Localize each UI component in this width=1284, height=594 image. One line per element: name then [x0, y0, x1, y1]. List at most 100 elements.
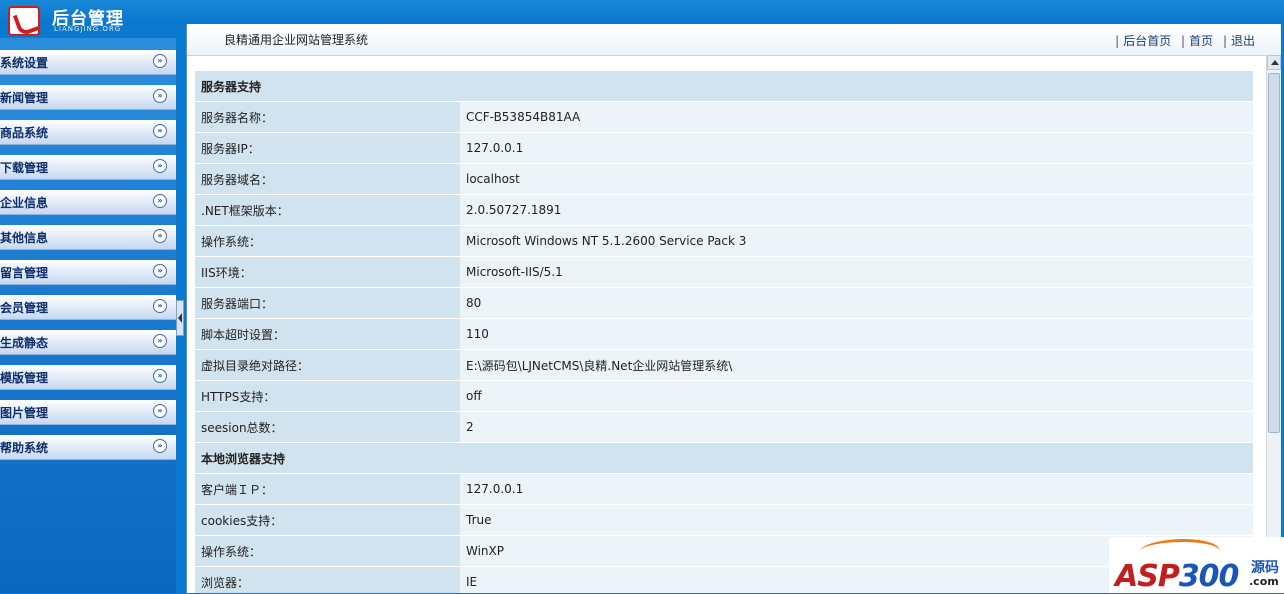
sidebar-item-label: 模版管理: [0, 371, 49, 385]
main-header: 良精通用企业网站管理系统 | 后台首页 | 首页 | 退出: [187, 24, 1281, 56]
sidebar-item-label: 生成静态: [0, 336, 49, 350]
watermark-logo: ASP300 源码 .com: [1109, 537, 1284, 594]
sidebar-item-label: 帮助系统: [0, 441, 49, 455]
chevron-down-icon[interactable]: »: [153, 264, 167, 278]
row-value: CCF-B53854B81AA: [460, 102, 1253, 132]
row-key: 客户端ＩＰ：: [195, 474, 460, 504]
chevron-down-icon[interactable]: »: [153, 369, 167, 383]
sidebar-item-help[interactable]: 帮助系统 »: [0, 435, 176, 460]
chevron-down-icon[interactable]: »: [153, 229, 167, 243]
chevron-down-icon[interactable]: »: [153, 404, 167, 418]
watermark-yuanma: 源码: [1251, 560, 1279, 576]
nav-admin-home-link[interactable]: 后台首页: [1123, 34, 1171, 48]
row-key: 服务器IP：: [195, 133, 460, 163]
row-value: Microsoft Windows NT 5.1.2600 Service Pa…: [460, 226, 1253, 256]
chevron-down-icon[interactable]: »: [153, 124, 167, 138]
chevron-down-icon[interactable]: »: [153, 159, 167, 173]
scrollbar-thumb[interactable]: [1268, 73, 1280, 433]
sidebar-item-downloads[interactable]: 下载管理 »: [0, 155, 176, 180]
sidebar-item-system-settings[interactable]: 系统设置 »: [0, 50, 176, 75]
table-row: cookies支持： True: [195, 505, 1253, 535]
row-value: localhost: [460, 164, 1253, 194]
row-key: 脚本超时设置：: [195, 319, 460, 349]
table-row: 虚拟目录绝对路径： E:\源码包\LJNetCMS\良精.Net企业网站管理系统\: [195, 350, 1253, 380]
row-key: 操作系统：: [195, 226, 460, 256]
main-frame: 良精通用企业网站管理系统 | 后台首页 | 首页 | 退出 服务器支持 服务器名称： CC…: [186, 24, 1281, 593]
sidebar-item-products[interactable]: 商品系统 »: [0, 120, 176, 145]
section-title: 本地浏览器支持: [195, 443, 1253, 473]
sidebar-item-templates[interactable]: 模版管理 »: [0, 365, 176, 390]
row-key: IIS环境：: [195, 257, 460, 287]
top-banner: [0, 0, 1284, 24]
row-value: 127.0.0.1: [460, 474, 1253, 504]
sidebar-collapse-handle[interactable]: [176, 300, 184, 336]
nav-home-link[interactable]: 首页: [1189, 34, 1213, 48]
table-row: IIS环境： Microsoft-IIS/5.1: [195, 257, 1253, 287]
sidebar-item-news[interactable]: 新闻管理 »: [0, 85, 176, 110]
scroll-up-icon[interactable]: [1267, 55, 1281, 70]
watermark-brand-a: ASP: [1115, 559, 1180, 594]
row-key: 操作系统：: [195, 536, 460, 566]
section-header-row: 服务器支持: [195, 71, 1253, 101]
sidebar-item-label: 会员管理: [0, 301, 49, 315]
row-key: 服务器端口：: [195, 288, 460, 318]
nav-separator: |: [1222, 34, 1227, 48]
nav-separator: |: [1115, 34, 1120, 48]
sidebar-item-other-info[interactable]: 其他信息 »: [0, 225, 176, 250]
info-table: 服务器支持 服务器名称： CCF-B53854B81AA 服务器IP： 127.0.0.…: [195, 70, 1253, 593]
row-key: 服务器名称：: [195, 102, 460, 132]
sidebar-item-label: 图片管理: [0, 406, 49, 420]
table-row: .NET框架版本： 2.0.50727.1891: [195, 195, 1253, 225]
sidebar-item-label: 企业信息: [0, 196, 49, 210]
sidebar-item-company-info[interactable]: 企业信息 »: [0, 190, 176, 215]
chevron-down-icon[interactable]: »: [153, 194, 167, 208]
table-row: 服务器域名： localhost: [195, 164, 1253, 194]
system-title: 良精通用企业网站管理系统: [224, 33, 369, 47]
table-row: 服务器名称： CCF-B53854B81AA: [195, 102, 1253, 132]
chevron-down-icon[interactable]: »: [153, 54, 167, 68]
watermark-brand: ASP300: [1115, 559, 1239, 594]
vertical-scrollbar[interactable]: [1266, 55, 1281, 593]
row-key: cookies支持：: [195, 505, 460, 535]
row-value: True: [460, 505, 1253, 535]
table-row: 服务器IP： 127.0.0.1: [195, 133, 1253, 163]
sidebar-item-messages[interactable]: 留言管理 »: [0, 260, 176, 285]
row-value: Microsoft-IIS/5.1: [460, 257, 1253, 287]
sidebar-item-label: 新闻管理: [0, 91, 49, 105]
chevron-down-icon[interactable]: »: [153, 439, 167, 453]
chevron-down-icon[interactable]: »: [153, 89, 167, 103]
row-value: 110: [460, 319, 1253, 349]
row-value: E:\源码包\LJNetCMS\良精.Net企业网站管理系统\: [460, 350, 1253, 380]
app-logo: 后台管理 LIANGJING.ORG: [0, 0, 176, 38]
table-row: HTTPS支持： off: [195, 381, 1253, 411]
chevron-down-icon[interactable]: »: [153, 334, 167, 348]
chevron-down-icon[interactable]: »: [153, 299, 167, 313]
info-content: 服务器支持 服务器名称： CCF-B53854B81AA 服务器IP： 127.0.0.…: [195, 70, 1253, 593]
sidebar-item-members[interactable]: 会员管理 »: [0, 295, 176, 320]
sidebar-item-label: 留言管理: [0, 266, 49, 280]
table-row: 客户端ＩＰ： 127.0.0.1: [195, 474, 1253, 504]
sidebar-item-images[interactable]: 图片管理 »: [0, 400, 176, 425]
table-row: 操作系统： Microsoft Windows NT 5.1.2600 Servi…: [195, 226, 1253, 256]
table-row: 操作系统： WinXP: [195, 536, 1253, 566]
row-value: 127.0.0.1: [460, 133, 1253, 163]
sidebar-item-label: 其他信息: [0, 231, 49, 245]
table-row: 浏览器： IE: [195, 567, 1253, 593]
section-title: 服务器支持: [195, 71, 1253, 101]
row-value: off: [460, 381, 1253, 411]
sidebar-item-label: 系统设置: [0, 56, 49, 70]
row-key: 浏览器：: [195, 567, 460, 593]
row-key: HTTPS支持：: [195, 381, 460, 411]
row-value: 80: [460, 288, 1253, 318]
top-nav: | 后台首页 | 首页 | 退出: [1109, 32, 1255, 49]
table-row: seesion总数： 2: [195, 412, 1253, 442]
sidebar-item-label: 下载管理: [0, 161, 49, 175]
table-row: 服务器端口： 80: [195, 288, 1253, 318]
logo-subtitle: LIANGJING.ORG: [54, 25, 122, 33]
row-key: .NET框架版本：: [195, 195, 460, 225]
row-value: 2: [460, 412, 1253, 442]
table-row: 脚本超时设置： 110: [195, 319, 1253, 349]
sidebar: 系统设置 » 新闻管理 » 商品系统 » 下载管理 » 企业信息 » 其他信息 » 留言管理…: [0, 38, 176, 593]
nav-logout-link[interactable]: 退出: [1231, 34, 1255, 48]
sidebar-item-generate-static[interactable]: 生成静态 »: [0, 330, 176, 355]
